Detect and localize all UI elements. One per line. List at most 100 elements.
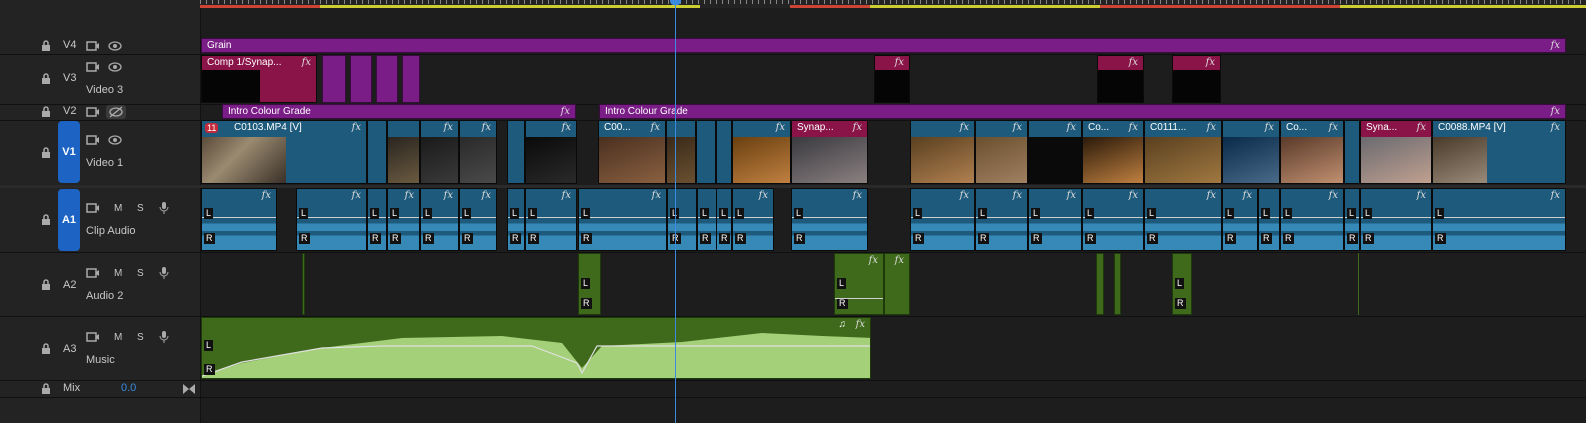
audio-clip[interactable]: L Rfx (525, 188, 577, 251)
audio-clip[interactable]: fx L R (834, 253, 884, 315)
volume-keyframe-line[interactable] (1145, 217, 1221, 218)
eye-off-icon[interactable] (106, 105, 126, 119)
audio-clip[interactable]: L Rfx (1144, 188, 1222, 251)
audio-clip[interactable]: L Rfx (910, 188, 975, 251)
track-target-label[interactable]: A3 (63, 343, 76, 355)
track-target-label[interactable]: V4 (63, 39, 76, 51)
audio-clip[interactable]: L Rfx (732, 188, 774, 251)
sync-lock-icon[interactable] (86, 40, 100, 52)
audio-clip[interactable]: L Rfx (1082, 188, 1144, 251)
nested-clip[interactable]: Comp 1/Synap... fx (201, 55, 317, 103)
sync-lock-icon[interactable] (86, 61, 100, 73)
video-clip[interactable]: fx (910, 120, 975, 184)
audio-clip[interactable]: L Rfx (1432, 188, 1566, 251)
track-target-label[interactable]: V3 (63, 72, 76, 84)
sync-lock-icon[interactable] (86, 267, 100, 279)
track-target-toggle[interactable]: V1 (58, 121, 80, 183)
audio-clip[interactable]: LR (1258, 188, 1280, 251)
video-clip[interactable]: C0111... fx (1144, 120, 1222, 184)
video-clip[interactable] (696, 120, 716, 184)
solo-button[interactable]: S (137, 203, 144, 214)
lock-icon[interactable] (40, 147, 52, 159)
microphone-icon[interactable] (157, 202, 171, 214)
nested-clip[interactable]: fx (1097, 55, 1144, 103)
eye-icon[interactable] (108, 61, 122, 73)
audio-clip[interactable] (1114, 253, 1121, 315)
audio-clip[interactable]: L R (1172, 253, 1192, 315)
video-clip[interactable]: fx (1028, 120, 1082, 184)
lock-icon[interactable] (40, 106, 52, 118)
audio-clip[interactable]: LR (716, 188, 732, 251)
nested-clip[interactable] (322, 55, 346, 103)
playhead[interactable] (675, 0, 676, 423)
track-target-label[interactable]: A2 (63, 279, 76, 291)
bowtie-icon[interactable] (182, 383, 196, 395)
audio-clip[interactable]: L Rfx (791, 188, 868, 251)
audio-clip[interactable]: LR (697, 188, 717, 251)
video-clip[interactable]: Synap... fx (791, 120, 868, 184)
mute-button[interactable]: M (114, 332, 122, 343)
audio-clip[interactable]: L Rfx (296, 188, 367, 251)
lock-icon[interactable] (40, 40, 52, 52)
nested-clip[interactable] (376, 55, 398, 103)
audio-clip[interactable]: L Rfx (1360, 188, 1432, 251)
track-name[interactable]: Video 1 (86, 157, 123, 169)
audio-clip[interactable]: LR (1344, 188, 1360, 251)
track-name[interactable]: Video 3 (86, 84, 123, 96)
video-clip[interactable]: Syna... fx (1360, 120, 1432, 184)
audio-clip[interactable]: L Rfx (201, 188, 277, 251)
video-clip[interactable]: Co... fx (1082, 120, 1144, 184)
track-target-toggle[interactable]: A1 (58, 189, 80, 251)
video-clip[interactable] (367, 120, 387, 184)
nested-clip[interactable] (402, 55, 420, 103)
track-target-label[interactable]: V2 (63, 105, 76, 117)
time-ruler[interactable] (200, 0, 1586, 8)
adjustment-clip[interactable]: Intro Colour Grade fx (222, 104, 576, 119)
solo-button[interactable]: S (137, 332, 144, 343)
sync-lock-icon[interactable] (86, 331, 100, 343)
audio-clip[interactable]: L Rfx (1222, 188, 1258, 251)
volume-keyframe-line[interactable] (579, 217, 666, 218)
video-clip[interactable]: 11 C0103.MP4 [V] fx (201, 120, 367, 184)
video-clip[interactable]: fx (1222, 120, 1280, 184)
sync-lock-icon[interactable] (86, 134, 100, 146)
video-clip[interactable]: C00... fx (598, 120, 666, 184)
nested-clip[interactable]: fx (874, 55, 910, 103)
video-clip[interactable]: fx (420, 120, 459, 184)
adjustment-clip[interactable]: Grain fx (201, 38, 1566, 53)
mute-button[interactable]: M (114, 203, 122, 214)
nested-clip[interactable]: fx (1172, 55, 1221, 103)
music-clip[interactable]: fx ♫ L R (201, 317, 871, 379)
eye-icon[interactable] (108, 134, 122, 146)
audio-clip[interactable]: L Rfx (387, 188, 420, 251)
audio-clip[interactable]: L R (578, 253, 601, 315)
lock-icon[interactable] (40, 73, 52, 85)
audio-clip[interactable]: L Rfx (578, 188, 667, 251)
track-name[interactable]: Clip Audio (86, 225, 136, 237)
volume-keyframe-line[interactable] (835, 298, 883, 299)
lock-icon[interactable] (40, 214, 52, 226)
video-clip[interactable] (666, 120, 696, 184)
video-clip[interactable] (507, 120, 525, 184)
video-clip[interactable] (716, 120, 732, 184)
audio-clip[interactable]: fx (884, 253, 910, 315)
audio-clip[interactable] (302, 253, 305, 315)
audio-clip[interactable]: L Rfx (420, 188, 459, 251)
volume-keyframe-line[interactable] (792, 217, 867, 218)
sync-lock-icon[interactable] (86, 106, 100, 118)
video-clip[interactable]: Co... fx (1280, 120, 1344, 184)
lock-icon[interactable] (40, 343, 52, 355)
eye-icon[interactable] (108, 40, 122, 52)
audio-clip[interactable]: L Rfx (1028, 188, 1082, 251)
mute-button[interactable]: M (114, 268, 122, 279)
audio-clip[interactable]: L Rfx (975, 188, 1028, 251)
video-clip[interactable]: fx (975, 120, 1028, 184)
lock-icon[interactable] (40, 279, 52, 291)
sync-lock-icon[interactable] (86, 202, 100, 214)
video-clip[interactable]: C0088.MP4 [V] fx (1432, 120, 1566, 184)
video-clip[interactable] (387, 120, 420, 184)
audio-clip[interactable] (1096, 253, 1104, 315)
audio-clip[interactable]: LR (507, 188, 525, 251)
video-clip[interactable]: fx (525, 120, 577, 184)
microphone-icon[interactable] (157, 331, 171, 343)
